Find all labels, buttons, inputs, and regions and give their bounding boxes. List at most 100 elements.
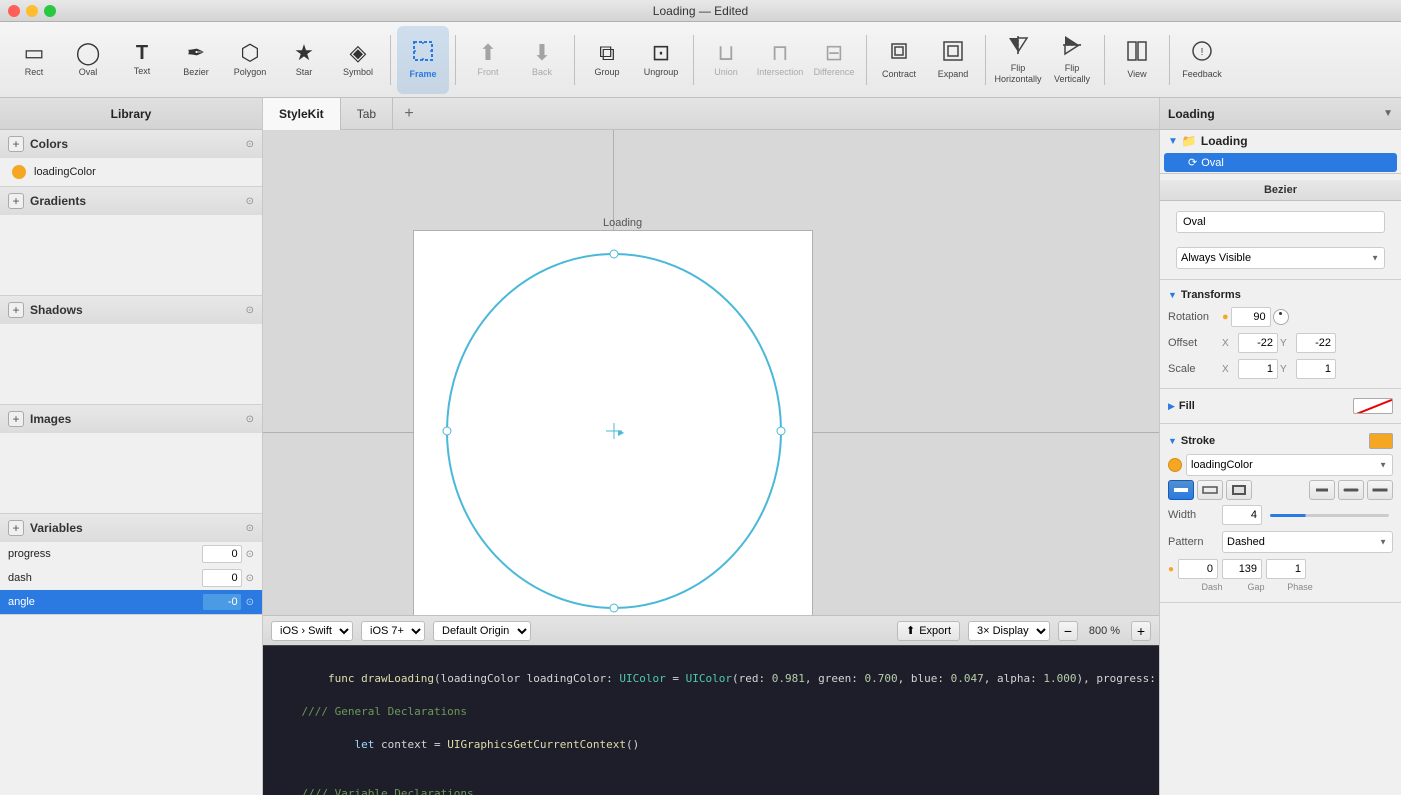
stroke-butt-button[interactable] (1309, 480, 1335, 500)
visibility-select[interactable]: Always Visible (1176, 247, 1385, 269)
images-options[interactable]: ⊙ (246, 414, 254, 425)
tool-symbol[interactable]: ◈ Symbol (332, 26, 384, 94)
stroke-phase-input[interactable] (1266, 559, 1306, 579)
export-button[interactable]: ⬆ Export (897, 621, 960, 641)
target-select[interactable]: iOS 7+ (361, 621, 425, 641)
canvas-frame[interactable]: ▶ (413, 230, 813, 630)
tool-polygon[interactable]: ⬡ Polygon (224, 26, 276, 94)
tool-ungroup[interactable]: ⊡ Ungroup (635, 26, 687, 94)
stroke-outer-button[interactable] (1226, 480, 1252, 500)
variables-options[interactable]: ⊙ (246, 523, 254, 534)
contract-icon (888, 40, 910, 66)
stroke-inner-button[interactable] (1168, 480, 1194, 500)
window-controls[interactable] (8, 5, 56, 17)
rotation-label: Rotation (1168, 311, 1218, 323)
colors-header[interactable]: + Colors ⊙ (0, 130, 262, 158)
layer-item-oval[interactable]: ⟳ Oval (1164, 153, 1397, 172)
origin-select[interactable]: Default Origin (433, 621, 531, 641)
rotation-input[interactable] (1231, 307, 1271, 327)
variable-input-angle[interactable] (202, 593, 242, 611)
add-tab-button[interactable]: + (393, 98, 425, 130)
tool-expand[interactable]: Expand (927, 26, 979, 94)
stroke-color-select-wrapper[interactable]: loadingColor (1186, 454, 1393, 476)
display-select[interactable]: 3× Display (968, 621, 1050, 641)
stroke-width-slider[interactable] (1270, 514, 1389, 517)
tab-stylekit[interactable]: StyleKit (263, 98, 341, 130)
gradients-header[interactable]: + Gradients ⊙ (0, 187, 262, 215)
stroke-square-button[interactable] (1367, 480, 1393, 500)
variable-options-angle[interactable]: ⊙ (246, 597, 254, 608)
inspector-name-input[interactable] (1176, 211, 1385, 233)
zoom-out-button[interactable]: − (1058, 621, 1078, 641)
shadows-header[interactable]: + Shadows ⊙ (0, 296, 262, 324)
images-header[interactable]: + Images ⊙ (0, 405, 262, 433)
tool-text[interactable]: T Text (116, 26, 168, 94)
fill-swatch[interactable] (1353, 398, 1393, 414)
shadows-options[interactable]: ⊙ (246, 305, 254, 316)
transforms-header[interactable]: ▼ Transforms (1160, 286, 1401, 304)
offset-x-prefix: X (1222, 338, 1236, 349)
tool-feedback[interactable]: ! Feedback (1176, 26, 1228, 94)
scale-x-input[interactable] (1238, 359, 1278, 379)
maximize-button[interactable] (44, 5, 56, 17)
fill-header[interactable]: ▶ Fill (1160, 395, 1401, 417)
scale-x-prefix: X (1222, 364, 1236, 375)
fill-title: Fill (1179, 400, 1349, 412)
tool-view[interactable]: View (1111, 26, 1163, 94)
code-editor: func drawLoading(loadingColor loadingCol… (263, 645, 1159, 795)
add-gradient-button[interactable]: + (8, 193, 24, 209)
stroke-center-button[interactable] (1197, 480, 1223, 500)
tool-flip-h[interactable]: Flip Horizontally (992, 26, 1044, 94)
tool-group[interactable]: ⧉ Group (581, 26, 633, 94)
zoom-in-button[interactable]: + (1131, 621, 1151, 641)
close-button[interactable] (8, 5, 20, 17)
add-shadow-button[interactable]: + (8, 302, 24, 318)
tool-oval[interactable]: ◯ Oval (62, 26, 114, 94)
svg-text:!: ! (1201, 47, 1204, 58)
offset-x-input[interactable] (1238, 333, 1278, 353)
feedback-label: Feedback (1182, 69, 1222, 80)
stroke-dash-input[interactable] (1178, 559, 1218, 579)
tab-bar: StyleKit Tab + (263, 98, 1159, 130)
tool-contract[interactable]: Contract (873, 26, 925, 94)
variable-options-dash[interactable]: ⊙ (246, 573, 254, 584)
variable-input-dash[interactable] (202, 569, 242, 587)
minimize-button[interactable] (26, 5, 38, 17)
variable-row-angle[interactable]: angle ⊙ (0, 590, 262, 614)
canvas-area[interactable]: Loading ▶ (263, 130, 1159, 645)
tool-star[interactable]: ★ Star (278, 26, 330, 94)
main-area: Library + Colors ⊙ loadingColor + Gradie… (0, 98, 1401, 795)
tool-flip-v[interactable]: Flip Vertically (1046, 26, 1098, 94)
stroke-color-select[interactable]: loadingColor (1186, 454, 1393, 476)
rotation-dial[interactable] (1273, 309, 1289, 325)
add-image-button[interactable]: + (8, 411, 24, 427)
stroke-round-button[interactable] (1338, 480, 1364, 500)
front-label: Front (477, 67, 498, 78)
inspector-visibility-section: Always Visible (1160, 243, 1401, 273)
layer-group-loading[interactable]: ▼ 📁 Loading (1160, 130, 1401, 152)
canvas-frame-label: Loading (603, 217, 642, 229)
sidebar-item-loadingColor[interactable]: loadingColor (0, 158, 262, 186)
visibility-select-wrapper[interactable]: Always Visible (1176, 247, 1385, 269)
stroke-width-input[interactable] (1222, 505, 1262, 525)
variable-options-progress[interactable]: ⊙ (246, 549, 254, 560)
tool-rect[interactable]: ▭ Rect (8, 26, 60, 94)
stroke-header[interactable]: ▼ Stroke (1160, 430, 1401, 452)
variable-input-progress[interactable] (202, 545, 242, 563)
add-variable-button[interactable]: + (8, 520, 24, 536)
tool-bezier[interactable]: ✒ Bezier (170, 26, 222, 94)
view-icon (1126, 40, 1148, 66)
scale-y-input[interactable] (1296, 359, 1336, 379)
tool-frame[interactable]: Frame (397, 26, 449, 94)
stroke-pattern-select[interactable]: Dashed (1222, 531, 1393, 553)
flip-v-label: Flip Vertically (1046, 63, 1098, 85)
stroke-pattern-select-wrapper[interactable]: Dashed (1222, 531, 1393, 553)
add-color-button[interactable]: + (8, 136, 24, 152)
colors-options[interactable]: ⊙ (246, 139, 254, 150)
platform-select[interactable]: iOS › Swift (271, 621, 353, 641)
variables-header[interactable]: + Variables ⊙ (0, 514, 262, 542)
tab-tab[interactable]: Tab (341, 98, 393, 130)
offset-y-input[interactable] (1296, 333, 1336, 353)
gradients-options[interactable]: ⊙ (246, 196, 254, 207)
stroke-gap-input[interactable] (1222, 559, 1262, 579)
